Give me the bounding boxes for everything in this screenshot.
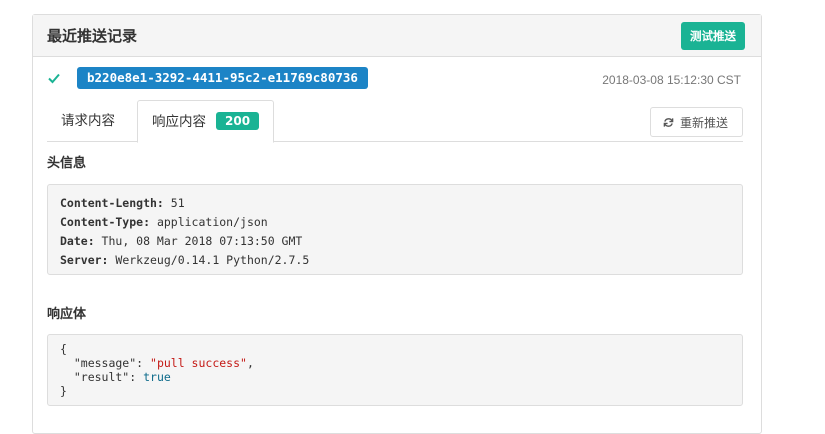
- header-value: application/json: [150, 215, 268, 229]
- delivery-timestamp: 2018-03-08 15:12:30 CST: [602, 73, 741, 87]
- delivery-id-badge: b220e8e1-3292-4411-95c2-e11769c80736: [77, 67, 368, 89]
- tab-response[interactable]: 响应内容 200: [137, 100, 275, 143]
- json-bool-value: true: [143, 370, 171, 384]
- json-key: "message":: [60, 356, 151, 370]
- json-line: {: [60, 342, 67, 356]
- tab-request-label: 请求内容: [61, 113, 115, 129]
- delivery-summary-row[interactable]: b220e8e1-3292-4411-95c2-e11769c80736 201…: [33, 67, 761, 95]
- header-value: Thu, 08 Mar 2018 07:13:50 GMT: [94, 234, 303, 248]
- tab-request[interactable]: 请求内容: [47, 100, 129, 142]
- json-key: "result":: [60, 370, 144, 384]
- json-line: "message": "pull success",: [60, 356, 730, 370]
- response-headers-box: Content-Length: 51 Content-Type: applica…: [47, 184, 743, 275]
- header-line: Content-Type: application/json: [60, 213, 730, 232]
- status-badge: 200: [216, 112, 260, 130]
- resend-label: 重新推送: [679, 115, 728, 130]
- header-value: Werkzeug/0.14.1 Python/2.7.5: [108, 253, 310, 267]
- header-key: Server:: [60, 253, 109, 267]
- json-line: }: [60, 384, 67, 398]
- json-line: "result": true: [60, 370, 730, 384]
- panel-heading: 最近推送记录 测试推送: [33, 15, 761, 57]
- recent-deliveries-panel: 最近推送记录 测试推送 b220e8e1-3292-4411-95c2-e117…: [32, 14, 762, 434]
- header-key: Date:: [60, 234, 95, 248]
- body-section-title: 响应体: [47, 307, 87, 322]
- response-body-box: { "message": "pull success", "result": t…: [47, 334, 743, 406]
- header-line: Server: Werkzeug/0.14.1 Python/2.7.5: [60, 251, 730, 270]
- resend-button[interactable]: 重新推送: [649, 107, 743, 137]
- refresh-icon: [663, 117, 674, 128]
- tab-response-label: 响应内容: [152, 114, 206, 130]
- detail-tabs: 请求内容 响应内容 200 重新推送: [47, 100, 743, 143]
- headers-section-title: 头信息: [47, 156, 87, 171]
- header-key: Content-Type:: [60, 215, 151, 229]
- test-push-button[interactable]: 测试推送: [681, 21, 745, 50]
- panel-title: 最近推送记录: [47, 27, 138, 45]
- json-string-value: "pull success": [150, 356, 247, 370]
- check-icon: [47, 70, 61, 84]
- header-line: Content-Length: 51: [60, 194, 730, 213]
- header-value: 51: [163, 196, 185, 210]
- header-line: Date: Thu, 08 Mar 2018 07:13:50 GMT: [60, 232, 730, 251]
- header-key: Content-Length:: [60, 196, 164, 210]
- json-punct: ,: [246, 356, 254, 370]
